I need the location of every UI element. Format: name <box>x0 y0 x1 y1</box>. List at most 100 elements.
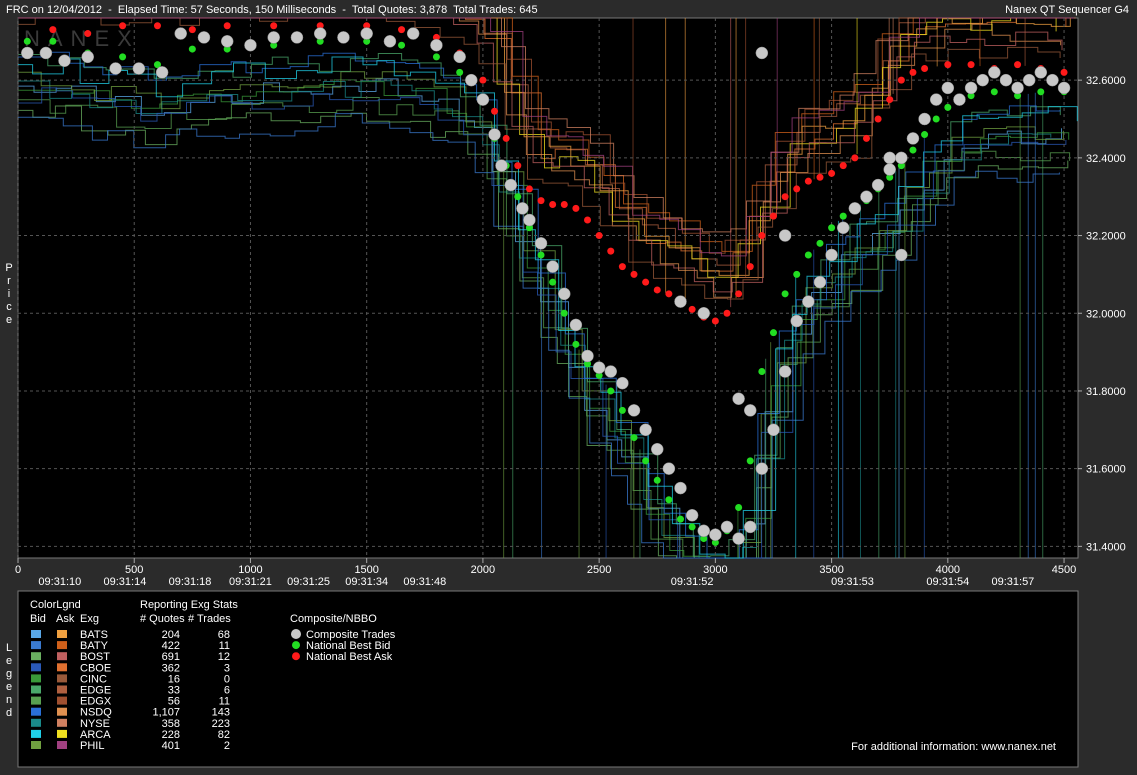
legend-bid-swatch <box>31 729 41 738</box>
trade-point <box>651 442 664 456</box>
trade-point <box>953 93 966 106</box>
best-bid-point <box>769 329 777 337</box>
legend-side-label: Legend <box>5 642 13 719</box>
best-bid-point <box>653 476 661 484</box>
trade-point <box>488 128 501 141</box>
best-bid-point <box>642 457 650 465</box>
y-tick-label: 32.2000 <box>1086 231 1126 243</box>
trade-point <box>546 260 559 273</box>
best-bid-point <box>23 37 31 45</box>
time-label: 09:31:48 <box>403 576 446 588</box>
trade-point <box>534 237 548 250</box>
trade-point <box>197 31 211 44</box>
best-bid-point <box>688 523 696 531</box>
trade-point <box>174 27 187 40</box>
legend-bid-swatch <box>31 663 41 672</box>
chart-canvas: NANEX 31.4000 31.6000 31.8000 32.0000 32.200… <box>15 17 1126 768</box>
trade-point <box>132 62 146 75</box>
trade-point <box>697 307 710 320</box>
best-ask-point <box>1014 61 1022 69</box>
best-ask-point <box>607 247 615 255</box>
legend-quotes-header: # Quotes <box>140 613 185 625</box>
legend-bid-swatch <box>31 630 41 638</box>
best-ask-point <box>479 76 487 84</box>
best-ask-point <box>595 232 603 240</box>
legend-bid-swatch <box>31 652 41 661</box>
trade-point <box>220 35 234 48</box>
best-ask-point <box>560 200 568 208</box>
trade-point <box>895 151 908 165</box>
legend-ask-swatch <box>57 718 67 727</box>
trade-point <box>495 159 508 172</box>
best-ask-point <box>153 22 161 30</box>
best-ask-point <box>223 22 231 30</box>
best-bid-point <box>677 515 684 523</box>
best-bid-point <box>665 496 673 504</box>
trade-point <box>155 66 169 79</box>
legend-quote-count: 401 <box>162 740 180 752</box>
x-tick-label: 0 <box>15 564 21 576</box>
legend-bid-swatch <box>31 741 41 749</box>
x-tick-label: 1000 <box>238 564 262 576</box>
trade-point <box>604 365 618 378</box>
legend-stats-title: Reporting Exg Stats <box>140 599 238 611</box>
time-label: 09:31:21 <box>229 576 272 588</box>
trade-point <box>58 54 71 67</box>
trade-point <box>616 376 629 390</box>
best-ask-point <box>793 185 801 193</box>
best-ask-point <box>735 290 743 298</box>
trade-point <box>290 31 304 44</box>
best-bid-point <box>188 45 196 53</box>
trade-point <box>592 361 606 374</box>
trade-point <box>313 27 327 40</box>
trade-point <box>360 27 373 40</box>
best-bid-point <box>572 340 580 348</box>
best-bid-point <box>630 434 638 442</box>
best-ask-point <box>653 286 661 294</box>
best-ask-point <box>618 263 626 271</box>
y-tick-label: 32.0000 <box>1086 308 1126 320</box>
trade-point <box>1022 73 1036 87</box>
trade-point <box>988 66 1001 79</box>
trade-point <box>1034 66 1048 79</box>
trade-point <box>1046 73 1059 87</box>
trade-point <box>516 202 529 215</box>
trade-point <box>569 318 583 332</box>
legend-colorlegend-title: ColorLgnd <box>30 599 81 611</box>
best-ask-point <box>84 30 92 38</box>
trade-point <box>406 27 420 40</box>
y-tick-label: 31.8000 <box>1086 386 1126 398</box>
trade-point <box>778 229 792 242</box>
y-tick-label: 32.6000 <box>1086 75 1126 87</box>
legend-ask-swatch <box>57 663 67 672</box>
best-bid-point <box>432 53 440 61</box>
best-ask-point <box>49 26 57 34</box>
best-bid-point <box>921 131 929 139</box>
best-bid-point <box>1037 88 1045 96</box>
best-bid-point <box>816 239 824 247</box>
legend-composite-items: Composite TradesNational Best BidNationa… <box>291 629 396 663</box>
trade-point <box>883 151 896 165</box>
trade-point <box>755 462 769 475</box>
best-bid-point <box>990 88 998 96</box>
trade-point <box>685 509 699 522</box>
best-bid-point <box>735 503 743 511</box>
legend-composite-marker <box>292 641 300 650</box>
trade-point <box>39 46 53 60</box>
best-ask-point <box>921 65 929 73</box>
trade-point <box>813 275 827 289</box>
y-tick-label: 32.4000 <box>1086 153 1126 165</box>
time-label: 09:31:10 <box>38 576 81 588</box>
best-bid-point <box>839 212 847 220</box>
trade-point <box>732 532 745 545</box>
best-ask-point <box>816 173 824 181</box>
trade-point <box>453 50 466 64</box>
legend-ask-swatch <box>57 652 67 661</box>
legend-bid-swatch <box>31 707 41 716</box>
trade-point <box>802 295 815 308</box>
trade-point <box>732 392 745 405</box>
best-bid-point <box>932 115 940 123</box>
x-axis-ticks: 0 500 1000 1500 2000 2500 3000 3500 4000 4500 <box>15 558 1076 576</box>
time-label: 09:31:54 <box>926 576 969 588</box>
legend-ask-swatch <box>57 641 67 650</box>
